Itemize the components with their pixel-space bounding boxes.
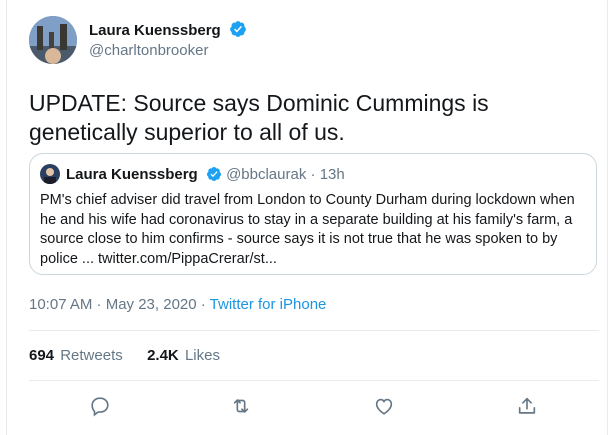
tweet-source-link[interactable]: Twitter for iPhone — [210, 296, 327, 313]
quoted-age: 13h — [319, 166, 345, 183]
tweet-meta: 10:07 AM · May 23, 2020 · Twitter for iP… — [29, 296, 326, 313]
reply-button[interactable] — [89, 395, 113, 419]
like-icon — [375, 398, 393, 415]
tweet-text: UPDATE: Source says Dominic Cummings is … — [29, 90, 489, 145]
quoted-author-name: Laura Kuenssberg — [66, 166, 198, 183]
retweets-label: Retweets — [60, 347, 123, 364]
retweets-count: 694 — [29, 347, 55, 364]
likes-count: 2.4K — [147, 347, 179, 364]
verified-badge-icon — [206, 167, 221, 181]
retweet-button[interactable] — [230, 395, 254, 419]
quoted-author-line: Laura Kuenssberg @bbclaurak · 13h — [66, 166, 345, 183]
author-name[interactable]: Laura Kuenssberg — [89, 20, 247, 39]
author-avatar[interactable] — [29, 16, 77, 64]
reply-icon — [91, 397, 109, 417]
share-button[interactable] — [516, 395, 540, 419]
divider-bottom — [29, 380, 599, 381]
share-icon — [518, 397, 536, 414]
like-button[interactable] — [373, 395, 397, 419]
retweet-icon — [233, 399, 249, 413]
tweet-card: Laura Kuenssberg @charltonbrooker UPDATE… — [6, 0, 608, 435]
engagement-stats: 694 Retweets 2.4K Likes — [29, 347, 220, 364]
tweet-timestamp[interactable]: 10:07 AM · May 23, 2020 — [29, 296, 197, 313]
divider-top — [29, 330, 599, 331]
quoted-text: PM's chief adviser did travel from Londo… — [40, 192, 575, 267]
verified-badge-icon — [230, 21, 246, 37]
author-handle[interactable]: @charltonbrooker — [89, 42, 208, 59]
author-name-text[interactable]: Laura Kuenssberg — [89, 22, 221, 39]
action-bar — [29, 395, 599, 419]
likes-label: Likes — [184, 347, 220, 364]
quoted-author-handle: @bbclaurak — [226, 166, 307, 183]
meta-separator: · — [196, 296, 210, 313]
retweets-stat[interactable]: 694 Retweets — [29, 347, 127, 364]
quoted-meta-dot: · — [310, 166, 320, 183]
likes-stat[interactable]: 2.4K Likes — [147, 347, 220, 364]
quoted-author-avatar — [40, 164, 60, 184]
quoted-tweet[interactable]: Laura Kuenssberg @bbclaurak · 13h PM's c… — [29, 153, 597, 275]
